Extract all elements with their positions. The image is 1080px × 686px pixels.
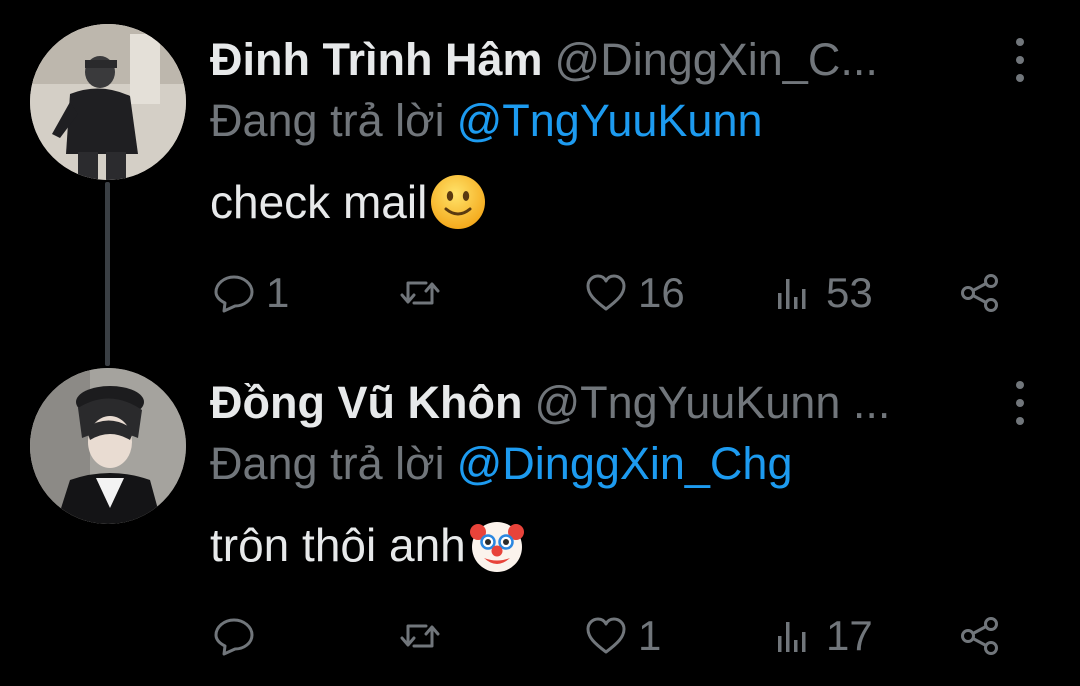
views-chart-icon xyxy=(778,622,806,652)
retweet-button[interactable] xyxy=(398,608,452,664)
reply-count: 1 xyxy=(266,269,290,316)
like-button[interactable]: 1 xyxy=(584,608,661,664)
views-chart-icon xyxy=(778,279,806,309)
like-count: 16 xyxy=(638,269,685,316)
heart-icon xyxy=(586,274,626,311)
clown-face-icon xyxy=(469,522,524,572)
more-options-icon[interactable] xyxy=(1008,381,1032,425)
views-count: 17 xyxy=(826,612,873,659)
views-button[interactable]: 17 xyxy=(772,608,873,664)
replying-to: Đang trả lời @DinggXin_Chg xyxy=(210,435,792,493)
reply-button[interactable] xyxy=(212,608,266,664)
tweet-text: trôn thôi anh xyxy=(210,515,526,575)
like-count: 1 xyxy=(638,612,662,659)
views-button[interactable]: 53 xyxy=(772,265,873,321)
slightly-smiling-face-icon xyxy=(431,175,486,229)
avatar[interactable] xyxy=(30,368,186,524)
replying-to-link[interactable]: @TngYuuKunn xyxy=(457,95,763,146)
reply-icon xyxy=(214,618,254,656)
heart-icon xyxy=(586,617,626,654)
replying-to: Đang trả lời @TngYuuKunn xyxy=(210,92,763,150)
author-handle[interactable]: @TngYuuKunn ... xyxy=(534,377,890,428)
tweet-actions: 1 17 xyxy=(0,608,1080,664)
replying-to-link[interactable]: @DinggXin_Chg xyxy=(457,438,793,489)
views-count: 53 xyxy=(826,269,873,316)
like-button[interactable]: 16 xyxy=(584,265,685,321)
retweet-button[interactable] xyxy=(398,265,452,321)
avatar-photo xyxy=(30,24,186,180)
tweet[interactable]: Đồng Vũ Khôn @TngYuuKunn ... Đang trả lời… xyxy=(0,343,1080,686)
retweet-icon xyxy=(400,281,440,305)
replying-to-label: Đang trả lời xyxy=(210,95,445,146)
share-icon xyxy=(961,617,998,655)
share-button[interactable] xyxy=(958,265,1002,321)
tweet-text: check mail xyxy=(210,172,487,232)
author-name[interactable]: Đồng Vũ Khôn xyxy=(210,377,522,428)
author-handle[interactable]: @DinggXin_C... xyxy=(555,34,878,85)
more-options-icon[interactable] xyxy=(1008,38,1032,82)
tweet-text-content: check mail xyxy=(210,176,428,228)
tweet-actions: 1 16 53 xyxy=(0,265,1080,321)
author-name[interactable]: Đinh Trình Hâm xyxy=(210,34,543,85)
tweet-header: Đồng Vũ Khôn @TngYuuKunn ... xyxy=(210,375,1000,431)
reply-button[interactable]: 1 xyxy=(212,265,289,321)
avatar-photo xyxy=(30,368,186,524)
tweet[interactable]: Đinh Trình Hâm @DinggXin_C... Đang trả lờ… xyxy=(0,0,1080,343)
replying-to-label: Đang trả lời xyxy=(210,438,445,489)
tweet-text-content: trôn thôi anh xyxy=(210,519,466,571)
share-icon xyxy=(961,274,998,312)
reply-icon xyxy=(214,275,254,313)
share-button[interactable] xyxy=(958,608,1002,664)
retweet-icon xyxy=(400,624,440,648)
tweet-header: Đinh Trình Hâm @DinggXin_C... xyxy=(210,32,1000,88)
avatar[interactable] xyxy=(30,24,186,180)
